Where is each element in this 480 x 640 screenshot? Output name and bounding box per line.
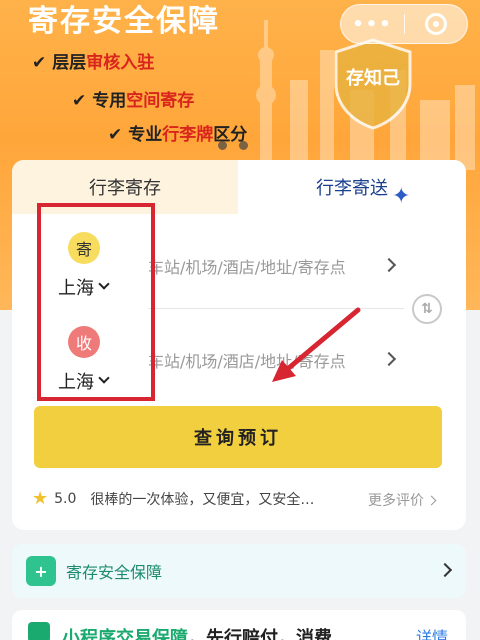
details-link[interactable]: 详情 bbox=[416, 624, 448, 640]
star-icon: ★ bbox=[32, 488, 49, 509]
transaction-guarantee-bar[interactable]: 小程序交易保障，先行赔付，消费 详情 bbox=[12, 610, 466, 640]
annotation-highlight-box bbox=[37, 203, 155, 401]
annotation-arrow bbox=[272, 307, 361, 382]
shield-label: 存知己 bbox=[346, 68, 400, 89]
check-icon: ✔ bbox=[72, 91, 87, 111]
more-reviews-link[interactable]: 更多评价 bbox=[368, 490, 437, 510]
sparkle-icon: ✦ bbox=[392, 184, 411, 209]
chevron-right-icon bbox=[381, 257, 397, 273]
miniprogram-capsule[interactable]: ••• bbox=[340, 4, 468, 44]
feature-highlight: 空间寄存 bbox=[126, 91, 195, 111]
banner-title: 寄存安全保障 bbox=[28, 4, 220, 39]
more-reviews-label: 更多评价 bbox=[368, 493, 424, 509]
close-icon bbox=[424, 13, 447, 35]
tab-luggage-delivery[interactable]: 行李寄送 bbox=[238, 160, 466, 214]
chevron-right-icon bbox=[437, 562, 453, 578]
shield-plus-icon: + bbox=[26, 556, 56, 586]
review-snippet: 很棒的一次体验，又便宜，又安全… bbox=[90, 491, 315, 508]
feature-highlight: 行李牌 bbox=[162, 125, 214, 145]
feature-prefix: 专用 bbox=[92, 91, 127, 111]
rating-summary: ★ 5.0 很棒的一次体验，又便宜，又安全… bbox=[32, 488, 314, 509]
feature-line-1: ✔ 层层审核入驻 bbox=[32, 48, 154, 73]
guarantee-rest: ，先行赔付，消费 bbox=[188, 628, 332, 640]
feature-prefix: 专业 bbox=[128, 125, 163, 145]
guarantee-label: 寄存安全保障 bbox=[66, 563, 163, 582]
carousel-dots bbox=[218, 141, 248, 150]
chevron-right-icon bbox=[426, 495, 437, 505]
check-icon: ✔ bbox=[32, 53, 47, 73]
sender-address-input[interactable]: 车站/机场/酒店/地址/寄存点 bbox=[148, 254, 346, 278]
feature-highlight: 审核入驻 bbox=[86, 53, 155, 73]
rating-score: 5.0 bbox=[54, 490, 77, 507]
chevron-right-icon bbox=[381, 351, 397, 367]
carousel-dot bbox=[218, 141, 227, 150]
transaction-guarantee-text: 小程序交易保障，先行赔付，消费 bbox=[62, 624, 332, 640]
shield-icon bbox=[28, 622, 50, 640]
feature-line-2: ✔ 专用空间寄存 bbox=[72, 86, 194, 111]
check-icon: ✔ bbox=[108, 125, 123, 145]
close-button[interactable] bbox=[405, 13, 467, 35]
carousel-dot bbox=[239, 141, 248, 150]
safety-guarantee-bar[interactable]: + 寄存安全保障 bbox=[12, 544, 466, 598]
more-menu-button[interactable]: ••• bbox=[341, 14, 404, 35]
guarantee-highlight: 小程序交易保障 bbox=[62, 628, 188, 640]
query-booking-button[interactable]: 查询预订 bbox=[34, 406, 442, 468]
feature-prefix: 层层 bbox=[52, 53, 87, 73]
